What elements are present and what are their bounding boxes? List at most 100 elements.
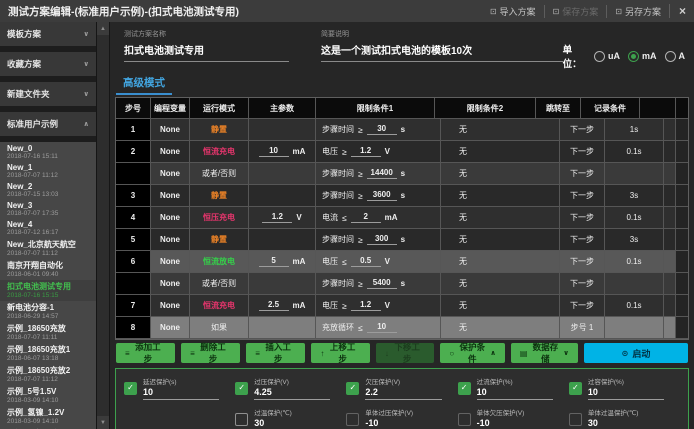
cell-run-mode[interactable]: 如果 — [190, 317, 249, 338]
cell-limit2[interactable]: 无 — [441, 251, 560, 272]
sidebar-plan-item[interactable]: New_0 2018-07-16 15:11 — [0, 143, 96, 162]
limit1-value-input[interactable]: 10 — [367, 322, 397, 333]
cell-main-param[interactable]: 1.2 V — [249, 207, 316, 228]
cell-jump-to[interactable]: 下一步 — [560, 295, 605, 316]
scroll-up-icon[interactable]: ▲ — [97, 22, 109, 35]
cell-record-condition[interactable] — [605, 273, 664, 294]
protection-value-input[interactable]: 10 — [588, 386, 664, 400]
cell-record-condition[interactable]: 3s — [605, 185, 664, 206]
sidebar-plan-item[interactable]: New_1 2018-07-07 11:12 — [0, 162, 96, 181]
cell-programming-variable[interactable]: None — [151, 207, 190, 228]
limit1-value-input[interactable]: 1.2 — [351, 300, 381, 311]
table-row[interactable]: 4 None 恒压充电 1.2 V 电流 ≤ 2 — [116, 207, 688, 229]
param-value-input[interactable]: 10 — [259, 146, 289, 157]
sidebar-plan-item[interactable]: 示例_氢镍_1.2V 2018-03-09 14:10 — [0, 406, 96, 427]
cell-main-param[interactable] — [249, 185, 316, 206]
sidebar-section-header[interactable]: 模板方案 ∨ — [0, 22, 96, 46]
toolbar-button[interactable]: ▤ 数据存储 ∨ — [511, 343, 578, 363]
cell-record-condition[interactable]: 1s — [605, 119, 664, 140]
toolbar-button[interactable]: ≡ 插入工步 — [246, 343, 305, 363]
sidebar-plan-item[interactable]: 示例_5号1.5V 2018-03-09 14:10 — [0, 385, 96, 406]
limit1-value-input[interactable]: 5400 — [367, 278, 397, 289]
cell-limit2[interactable]: 无 — [441, 185, 560, 206]
cell-programming-variable[interactable]: None — [151, 229, 190, 250]
table-row[interactable]: 6 None 恒流放电 5 mA 电压 ≤ 0.5 — [116, 251, 688, 273]
cell-main-param[interactable] — [249, 273, 316, 294]
titlebar-action-button[interactable]: ⊡ 另存方案 — [606, 5, 669, 18]
protection-value-input[interactable]: 4.25 — [254, 386, 330, 400]
cell-record-condition[interactable]: 0.1s — [605, 141, 664, 162]
sidebar-scrollbar[interactable]: ▲ ▼ — [96, 22, 110, 429]
toolbar-button[interactable]: ≡ 添加工步 — [116, 343, 175, 363]
cell-programming-variable[interactable]: None — [151, 273, 190, 294]
toolbar-button[interactable]: ○ 保护条件 ∧ — [440, 343, 505, 363]
sidebar-plan-item[interactable]: 南京开翔自动化 2018-06-01 09:40 — [0, 259, 96, 280]
tab-advanced-mode[interactable]: 高级模式 — [116, 74, 172, 95]
checkbox[interactable] — [346, 413, 359, 426]
table-row[interactable]: None 或者/否则 步骤时间 ≥ 5400 s — [116, 273, 688, 295]
sidebar-plan-item[interactable]: 示例_18650充放1 2018-06-07 13:18 — [0, 343, 96, 364]
cell-record-condition[interactable]: 0.1s — [605, 251, 664, 272]
cell-limit1[interactable]: 步骤时间 ≥ 3600 s — [316, 185, 441, 206]
cell-jump-to[interactable]: 下一步 — [560, 185, 605, 206]
titlebar-action-button[interactable]: ⊡ 导入方案 — [482, 5, 544, 18]
sidebar-plan-item[interactable]: New_北京航天航空 2018-07-07 11:12 — [0, 238, 96, 259]
sidebar-plan-item[interactable]: 示例_18650充放 2018-07-07 11:11 — [0, 322, 96, 343]
cell-record-condition[interactable]: 0.1s — [605, 295, 664, 316]
cell-run-mode[interactable]: 静置 — [190, 229, 249, 250]
cell-programming-variable[interactable]: None — [151, 185, 190, 206]
limit1-value-input[interactable]: 1.2 — [351, 146, 381, 157]
protection-value-input[interactable]: 2.2 — [365, 386, 441, 400]
cell-run-mode[interactable]: 恒流充电 — [190, 141, 249, 162]
cell-run-mode[interactable]: 静置 — [190, 119, 249, 140]
cell-main-param[interactable] — [249, 317, 316, 338]
protection-value-input[interactable]: 30 — [588, 417, 664, 429]
cell-record-condition[interactable]: 0.1s — [605, 207, 664, 228]
scroll-down-icon[interactable]: ▼ — [97, 416, 109, 429]
sidebar-plan-item[interactable]: 新电池分容-1 2018-06-29 14:57 — [0, 301, 96, 322]
sidebar-section-header[interactable]: 标准用户示例 ∧ — [0, 112, 96, 136]
unit-radio[interactable]: uA — [594, 51, 620, 62]
cell-jump-to[interactable]: 下一步 — [560, 163, 605, 184]
table-row[interactable]: 5 None 静置 步骤时间 ≥ 300 — [116, 229, 688, 251]
cell-record-condition[interactable] — [605, 163, 664, 184]
cell-jump-to[interactable]: 下一步 — [560, 273, 605, 294]
checkbox[interactable]: ✓ — [458, 382, 471, 395]
limit1-value-input[interactable]: 30 — [367, 124, 397, 135]
cell-limit1[interactable]: 电压 ≥ 1.2 V — [316, 295, 441, 316]
protection-value-input[interactable]: 30 — [254, 417, 330, 429]
protection-value-input[interactable]: 10 — [143, 386, 219, 400]
description-input[interactable]: 这是一个测试扣式电池的模板10次 — [321, 42, 563, 62]
cell-limit1[interactable]: 电流 ≤ 2 mA — [316, 207, 441, 228]
cell-programming-variable[interactable]: None — [151, 163, 190, 184]
cell-jump-to[interactable]: 下一步 — [560, 207, 605, 228]
cell-main-param[interactable]: 2.5 mA — [249, 295, 316, 316]
cell-record-condition[interactable]: 3s — [605, 229, 664, 250]
cell-jump-to[interactable]: 下一步 — [560, 229, 605, 250]
start-button[interactable]: ⊙ 启动 — [584, 343, 688, 363]
table-row[interactable]: 1 None 静置 步骤时间 ≥ 30 — [116, 119, 688, 141]
cell-main-param[interactable] — [249, 229, 316, 250]
unit-radio[interactable]: mA — [628, 51, 657, 62]
table-row[interactable]: 2 None 恒流充电 10 mA 电压 ≥ 1.2 — [116, 141, 688, 163]
cell-limit2[interactable]: 无 — [441, 317, 560, 338]
sidebar-plan-item[interactable]: New_3 2018-07-07 17:35 — [0, 200, 96, 219]
table-row[interactable]: 8 None 如果 充放循环 ≤ 10 — [116, 317, 688, 339]
cell-limit2[interactable]: 无 — [441, 295, 560, 316]
plan-name-input[interactable]: 扣式电池测试专用 — [124, 42, 289, 62]
limit1-value-input[interactable]: 0.5 — [351, 256, 381, 267]
cell-limit1[interactable]: 电压 ≥ 1.2 V — [316, 141, 441, 162]
cell-limit1[interactable]: 步骤时间 ≥ 300 s — [316, 229, 441, 250]
cell-limit1[interactable]: 步骤时间 ≥ 5400 s — [316, 273, 441, 294]
sidebar-plan-item[interactable]: 示例_18650充放2 2018-07-07 11:12 — [0, 364, 96, 385]
toolbar-button[interactable]: ↓ 下移工步 — [376, 343, 435, 363]
limit1-value-input[interactable]: 300 — [367, 234, 397, 245]
cell-limit2[interactable]: 无 — [441, 119, 560, 140]
cell-limit1[interactable]: 步骤时间 ≥ 30 s — [316, 119, 441, 140]
titlebar-action-button[interactable]: ⊡ 保存方案 — [544, 5, 607, 18]
close-icon[interactable]: × — [669, 4, 686, 18]
table-row[interactable]: 3 None 静置 步骤时间 ≥ 3600 — [116, 185, 688, 207]
cell-limit2[interactable]: 无 — [441, 207, 560, 228]
sidebar-plan-item[interactable]: New_2 2018-07-15 13:03 — [0, 181, 96, 200]
cell-run-mode[interactable]: 恒压充电 — [190, 207, 249, 228]
